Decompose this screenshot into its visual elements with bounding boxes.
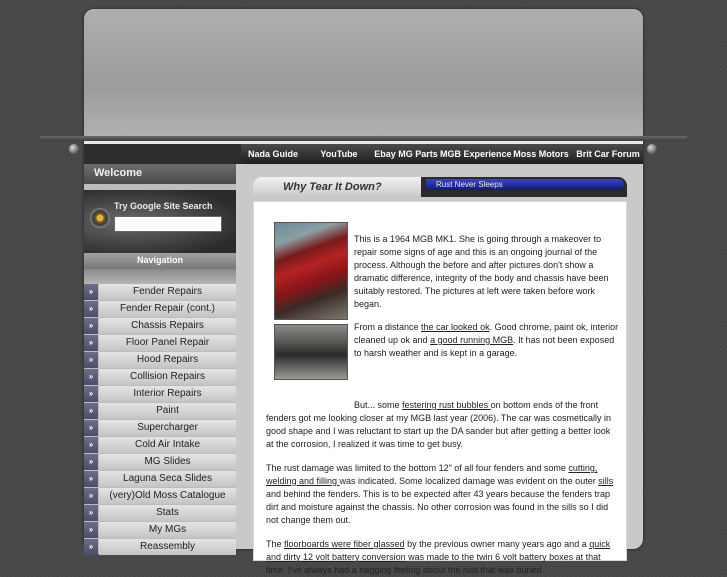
sidebar-item-mg-slides[interactable]: » MG Slides: [84, 454, 236, 470]
link-car-looked-ok[interactable]: the car looked ok: [421, 322, 490, 332]
header-banner: [84, 9, 643, 139]
chevron-right-icon: »: [84, 437, 98, 453]
link-good-running-mgb[interactable]: a good running MGB: [430, 335, 513, 345]
search-dial-icon: [90, 208, 110, 228]
chevron-right-icon: »: [84, 352, 98, 368]
top-nav: Nada Guide YouTube Ebay MG Parts MGB Exp…: [84, 144, 643, 164]
top-nav-ebay-mg-parts[interactable]: Ebay MG Parts: [374, 144, 438, 164]
sidebar-item-fender-repair-cont[interactable]: » Fender Repair (cont.): [84, 301, 236, 317]
right-bolt-icon: [647, 144, 657, 154]
content-tab-bar: Why Tear It Down? Rust Never Sleeps: [253, 177, 627, 197]
sidebar-item-label[interactable]: My MGs: [99, 522, 236, 538]
chevron-right-icon: »: [84, 505, 98, 521]
sidebar-item-label[interactable]: Interior Repairs: [99, 386, 236, 402]
navigation-heading: Navigation: [84, 253, 236, 269]
chevron-right-icon: »: [84, 471, 98, 487]
sidebar-item-supercharger[interactable]: » Supercharger: [84, 420, 236, 436]
paragraph-text: But... some: [354, 400, 403, 410]
article: This is a 1964 MGB MK1. She is going thr…: [253, 201, 627, 575]
paragraph-floorboards: The floorboards were fiber glassed by th…: [266, 538, 620, 577]
sidebar-item-hood-repairs[interactable]: » Hood Repairs: [84, 352, 236, 368]
sidebar-item-laguna-seca-slides[interactable]: » Laguna Seca Slides: [84, 471, 236, 487]
sidebar-item-label[interactable]: Floor Panel Repair: [99, 335, 236, 351]
red-mgb-photo[interactable]: [274, 222, 348, 320]
top-nav-brit-car-forum[interactable]: Brit Car Forum: [576, 144, 640, 164]
paragraph-text: The: [266, 539, 285, 549]
top-nav-nada-guide[interactable]: Nada Guide: [246, 144, 300, 164]
sidebar-item-label[interactable]: (very)Old Moss Catalogue: [99, 488, 236, 504]
chevron-right-icon: »: [84, 335, 98, 351]
nav-rail: [40, 136, 687, 141]
sidebar-item-my-mgs[interactable]: » My MGs: [84, 522, 236, 538]
sidebar-item-label[interactable]: Paint: [99, 403, 236, 419]
chevron-right-icon: »: [84, 318, 98, 334]
paragraph-intro: This is a 1964 MGB MK1. She is going thr…: [354, 234, 609, 309]
paragraph-rust-bubbles: But... some festering rust bubbles on bo…: [266, 399, 620, 451]
sidebar-item-label[interactable]: Fender Repair (cont.): [99, 301, 236, 317]
chevron-right-icon: »: [84, 420, 98, 436]
sidebar-item-label[interactable]: Cold Air Intake: [99, 437, 236, 453]
paragraph-distance: From a distance the car looked ok. Good …: [354, 321, 620, 360]
paragraph-text: was indicated. Some localized damage was…: [339, 476, 599, 486]
sidebar-item-interior-repairs[interactable]: » Interior Repairs: [84, 386, 236, 402]
top-nav-mgb-experience[interactable]: MGB Experience: [440, 144, 512, 164]
left-bolt-icon: [69, 144, 79, 154]
welcome-heading: Welcome: [84, 164, 236, 184]
sidebar-item-label[interactable]: Collision Repairs: [99, 369, 236, 385]
paragraph-text: From a distance: [354, 322, 422, 332]
chevron-right-icon: »: [84, 522, 98, 538]
chevron-right-icon: »: [84, 403, 98, 419]
navigation-divider: [84, 269, 236, 284]
paragraph-text: The rust damage was limited to the botto…: [266, 463, 569, 473]
link-sills[interactable]: sills: [598, 476, 613, 486]
sidebar-item-label[interactable]: Laguna Seca Slides: [99, 471, 236, 487]
sidebar-item-floor-panel-repair[interactable]: » Floor Panel Repair: [84, 335, 236, 351]
paragraph-text: and behind the fenders. This is to be ex…: [266, 489, 611, 525]
page-title: Why Tear It Down?: [253, 177, 421, 197]
chevron-right-icon: »: [84, 301, 98, 317]
sidebar: Welcome Try Google Site Search Navigatio…: [84, 164, 236, 556]
link-festering-rust-bubbles[interactable]: festering rust bubbles: [402, 400, 491, 410]
site-search: Try Google Site Search: [84, 190, 236, 254]
sidebar-item-label[interactable]: Supercharger: [99, 420, 236, 436]
chevron-right-icon: »: [84, 454, 98, 470]
chevron-right-icon: »: [84, 386, 98, 402]
link-floorboards-fiber-glassed[interactable]: floorboards were fiber glassed: [284, 539, 405, 549]
chevron-right-icon: »: [84, 539, 98, 555]
top-nav-moss-motors[interactable]: Moss Motors: [512, 144, 570, 164]
subtitle-tab: Rust Never Sleeps: [421, 177, 627, 197]
paragraph-text: by the previous owner many years ago and…: [404, 539, 590, 549]
sidebar-item-chassis-repairs[interactable]: » Chassis Repairs: [84, 318, 236, 334]
sidebar-item-paint[interactable]: » Paint: [84, 403, 236, 419]
main-content: Why Tear It Down? Rust Never Sleeps This…: [247, 172, 632, 575]
sidebar-item-fender-repairs[interactable]: » Fender Repairs: [84, 284, 236, 300]
chevron-right-icon: »: [84, 369, 98, 385]
sidebar-item-stats[interactable]: » Stats: [84, 505, 236, 521]
sidebar-item-label[interactable]: Stats: [99, 505, 236, 521]
sidebar-menu: » Fender Repairs » Fender Repair (cont.) »…: [84, 284, 236, 556]
page-subtitle: Rust Never Sleeps: [426, 179, 624, 190]
top-nav-youtube[interactable]: YouTube: [312, 144, 366, 164]
mgb-interior-photo[interactable]: [274, 324, 348, 380]
sidebar-item-label[interactable]: Chassis Repairs: [99, 318, 236, 334]
sidebar-item-label[interactable]: Fender Repairs: [99, 284, 236, 300]
sidebar-item-label[interactable]: MG Slides: [99, 454, 236, 470]
sidebar-item-cold-air-intake[interactable]: » Cold Air Intake: [84, 437, 236, 453]
search-label: Try Google Site Search: [114, 201, 213, 211]
sidebar-item-old-moss-catalogue[interactable]: » (very)Old Moss Catalogue: [84, 488, 236, 504]
sidebar-item-reassembly[interactable]: » Reassembly: [84, 539, 236, 555]
sidebar-item-collision-repairs[interactable]: » Collision Repairs: [84, 369, 236, 385]
search-input[interactable]: [114, 216, 222, 232]
sidebar-item-label[interactable]: Reassembly: [99, 539, 236, 555]
top-nav-spacer: [84, 144, 241, 164]
paragraph-rust-damage: The rust damage was limited to the botto…: [266, 462, 620, 527]
chevron-right-icon: »: [84, 488, 98, 504]
sidebar-item-label[interactable]: Hood Repairs: [99, 352, 236, 368]
chevron-right-icon: »: [84, 284, 98, 300]
